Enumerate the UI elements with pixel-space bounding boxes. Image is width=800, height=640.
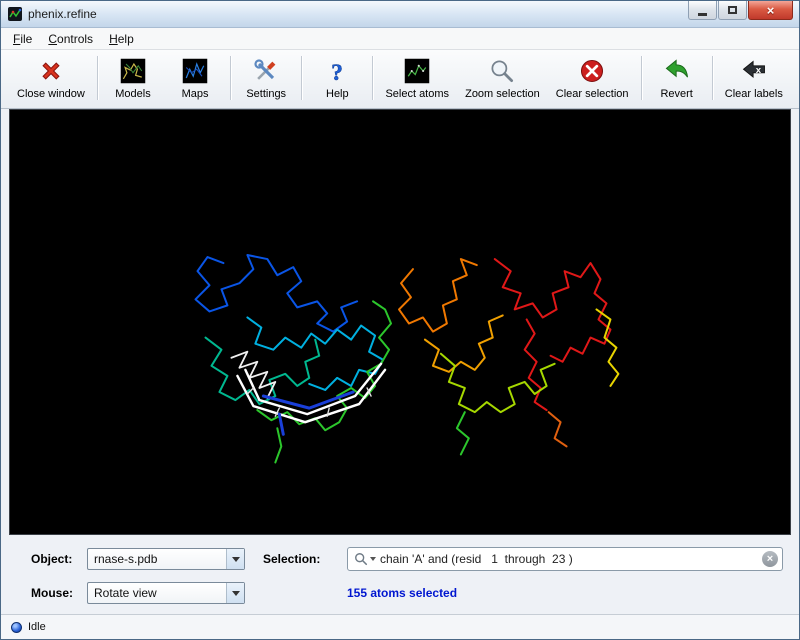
mouse-row: Mouse: Rotate view 155 atoms selected	[31, 581, 783, 605]
object-label: Object:	[31, 552, 87, 566]
toolbar-label: Revert	[660, 88, 692, 100]
search-menu-caret-icon	[370, 557, 376, 561]
close-icon: ×	[767, 4, 775, 17]
toolbar-label: Clear selection	[556, 88, 629, 100]
toolbar-separator	[641, 56, 642, 100]
mouse-mode-dropdown[interactable]: Rotate view	[87, 582, 245, 604]
toolbar-button-select-atoms[interactable]: Select atoms	[381, 54, 453, 102]
toolbar-label: Clear labels	[725, 88, 783, 100]
toolbar-button-zoom-selection[interactable]: Zoom selection	[461, 54, 544, 102]
controls-panel: Object: rnase-s.pdb Selection: ×	[1, 535, 799, 614]
selection-input[interactable]	[380, 552, 762, 566]
toolbar-label: Zoom selection	[465, 88, 540, 100]
toolbar-label: Maps	[182, 88, 209, 100]
titlebar-left: phenix.refine	[7, 6, 97, 22]
status-text: Idle	[28, 621, 46, 633]
statusbar: Idle	[1, 614, 799, 639]
object-row: Object: rnase-s.pdb Selection: ×	[31, 547, 783, 571]
app-icon	[7, 6, 23, 22]
toolbar-button-clear-labels[interactable]: x Clear labels	[721, 54, 787, 102]
question-mark-icon: ?	[322, 56, 352, 86]
mouse-mode-value: Rotate view	[88, 586, 226, 600]
caption-buttons: ×	[687, 1, 793, 20]
chevron-down-icon	[226, 549, 244, 569]
red-x-icon	[36, 56, 66, 86]
toolbar-label: Models	[115, 88, 150, 100]
menu-file[interactable]: File	[5, 30, 40, 48]
svg-text:?: ?	[331, 60, 343, 85]
status-orb-icon	[11, 622, 22, 633]
close-button[interactable]: ×	[748, 1, 793, 20]
toolbar-button-help[interactable]: ? Help	[310, 54, 364, 102]
toolbar-button-close-window[interactable]: Close window	[13, 54, 89, 102]
toolbar-button-revert[interactable]: Revert	[650, 54, 704, 102]
menu-controls[interactable]: Controls	[40, 30, 101, 48]
toolbar-label: Settings	[246, 88, 286, 100]
viewport-frame	[1, 109, 799, 535]
maximize-icon	[728, 6, 737, 14]
toolbar-label: Help	[326, 88, 349, 100]
toolbar-separator	[97, 56, 98, 100]
toolbar-label: Select atoms	[385, 88, 449, 100]
toolbar-button-clear-selection[interactable]: Clear selection	[552, 54, 633, 102]
object-dropdown-value: rnase-s.pdb	[88, 552, 226, 566]
application-window: phenix.refine × File Controls Help Close…	[0, 0, 800, 640]
minimize-icon	[698, 13, 707, 16]
mouse-label: Mouse:	[31, 586, 87, 600]
magnifier-icon	[487, 56, 517, 86]
models-thumbnail-icon	[118, 56, 148, 86]
toolbar: Close window Models Maps	[1, 50, 799, 109]
svg-text:x: x	[756, 65, 762, 76]
window-title: phenix.refine	[28, 7, 97, 21]
molecule-wireframe	[10, 110, 790, 534]
tools-icon	[251, 56, 281, 86]
toolbar-separator	[372, 56, 373, 100]
select-atoms-thumbnail-icon	[402, 56, 432, 86]
clear-input-icon[interactable]: ×	[762, 551, 778, 567]
search-icon[interactable]	[354, 552, 376, 566]
object-dropdown[interactable]: rnase-s.pdb	[87, 548, 245, 570]
toolbar-label: Close window	[17, 88, 85, 100]
chevron-down-icon	[226, 583, 244, 603]
toolbar-separator	[230, 56, 231, 100]
titlebar[interactable]: phenix.refine ×	[1, 1, 799, 28]
toolbar-button-models[interactable]: Models	[106, 54, 160, 102]
toolbar-separator	[712, 56, 713, 100]
toolbar-button-maps[interactable]: Maps	[168, 54, 222, 102]
menu-help[interactable]: Help	[101, 30, 142, 48]
selection-searchbox: ×	[347, 547, 783, 571]
toolbar-separator	[301, 56, 302, 100]
green-back-arrow-icon	[662, 56, 692, 86]
selection-label: Selection:	[245, 552, 347, 566]
minimize-button[interactable]	[688, 1, 717, 20]
viewport-3d[interactable]	[9, 109, 791, 535]
maps-thumbnail-icon	[180, 56, 210, 86]
dark-arrow-x-icon: x	[739, 56, 769, 86]
red-circle-x-icon	[577, 56, 607, 86]
toolbar-button-settings[interactable]: Settings	[239, 54, 293, 102]
atoms-selected-text: 155 atoms selected	[347, 586, 457, 600]
menubar: File Controls Help	[1, 28, 799, 50]
maximize-button[interactable]	[718, 1, 747, 20]
